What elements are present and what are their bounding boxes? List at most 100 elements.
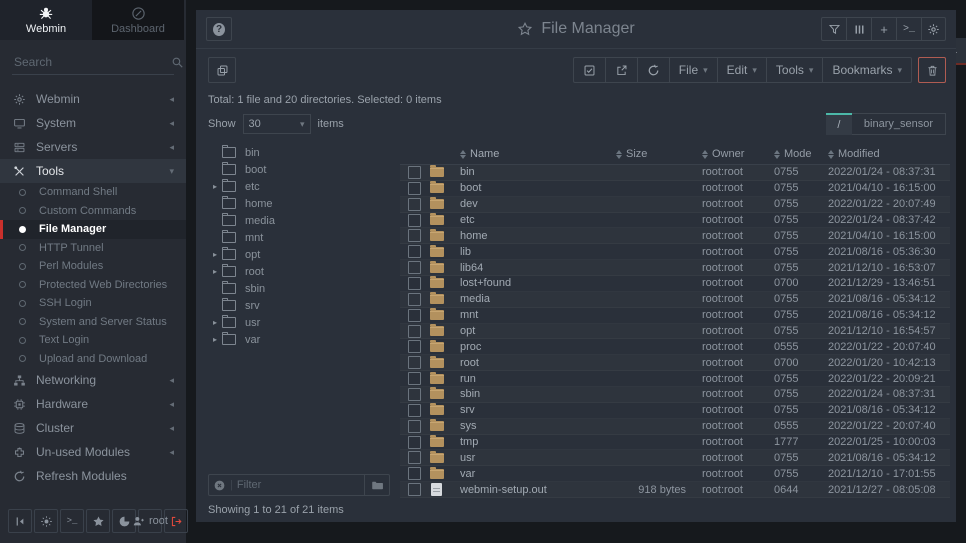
clear-filter-icon[interactable] [213,479,226,492]
file-name-link[interactable]: var [460,468,616,480]
table-row[interactable]: procroot:root05552022/01/22 - 20:07:40 [400,339,950,355]
row-checkbox[interactable] [408,277,421,290]
tree-item-root[interactable]: ▸root [208,263,390,280]
row-checkbox[interactable] [408,483,421,496]
column-header-modified[interactable]: Modified [828,148,950,160]
file-name-link[interactable]: sys [460,420,616,432]
row-checkbox[interactable] [408,340,421,353]
row-checkbox[interactable] [408,198,421,211]
file-name-link[interactable]: webmin-setup.out [460,484,616,496]
tree-item-etc[interactable]: ▸etc [208,178,390,195]
table-row[interactable]: binroot:root07552022/01/24 - 08:37:31 [400,165,950,181]
file-name-link[interactable]: usr [460,452,616,464]
row-checkbox[interactable] [408,356,421,369]
refresh-button[interactable] [637,57,669,83]
table-row[interactable]: varroot:root07552021/12/10 - 17:01:55 [400,466,950,482]
tree-item-srv[interactable]: srv [208,297,390,314]
file-name-link[interactable]: media [460,293,616,305]
file-name-link[interactable]: lib [460,246,616,258]
file-name-link[interactable]: root [460,357,616,369]
row-checkbox[interactable] [408,467,421,480]
filter-input[interactable] [233,479,364,491]
trash-button[interactable] [918,57,946,83]
column-header-owner[interactable]: Owner [702,148,774,160]
table-row[interactable]: sysroot:root05552022/01/22 - 20:07:40 [400,419,950,435]
table-row[interactable]: srvroot:root07552021/08/16 - 05:34:12 [400,403,950,419]
sidebar-item-ssh-login[interactable]: SSH Login [0,294,186,313]
file-name-link[interactable]: home [460,230,616,242]
row-checkbox[interactable] [408,261,421,274]
favorites-button[interactable] [86,509,110,533]
table-row[interactable]: libroot:root07552021/08/16 - 05:36:30 [400,244,950,260]
row-checkbox[interactable] [408,166,421,179]
sidebar-item-text-login[interactable]: Text Login [0,331,186,350]
sidebar-item-command-shell[interactable]: Command Shell [0,183,186,202]
tab-dashboard[interactable]: Dashboard [92,0,184,40]
file-name-link[interactable]: boot [460,182,616,194]
logout-button[interactable] [164,509,188,533]
export-button[interactable] [605,57,637,83]
tree-item-mnt[interactable]: mnt [208,229,390,246]
file-name-link[interactable]: dev [460,198,616,210]
sidebar-item-system[interactable]: System◂ [0,111,186,135]
terminal-button[interactable]: >_ [896,17,921,41]
row-checkbox[interactable] [408,372,421,385]
terminal-button[interactable]: >_ [60,509,84,533]
tree-item-media[interactable]: media [208,212,390,229]
breadcrumb-segment[interactable]: binary_sensor [852,113,946,135]
sidebar-item-cluster[interactable]: Cluster◂ [0,416,186,440]
file-name-link[interactable]: tmp [460,436,616,448]
sidebar-item-custom-commands[interactable]: Custom Commands [0,202,186,221]
row-checkbox[interactable] [408,451,421,464]
file-name-link[interactable]: bin [460,166,616,178]
sidebar-item-servers[interactable]: Servers◂ [0,135,186,159]
select-all-button[interactable] [573,57,605,83]
filter-button[interactable] [821,17,846,41]
table-row[interactable]: homeroot:root07552021/04/10 - 16:15:00 [400,228,950,244]
file-name-link[interactable]: opt [460,325,616,337]
file-name-link[interactable]: sbin [460,388,616,400]
menu-file[interactable]: File▾ [669,57,717,83]
row-checkbox[interactable] [408,182,421,195]
help-button[interactable]: ? [206,17,232,41]
table-row[interactable]: webmin-setup.out918 bytesroot:root064420… [400,482,950,498]
table-row[interactable]: usrroot:root07552021/08/16 - 05:34:12 [400,450,950,466]
table-row[interactable]: mntroot:root07552021/08/16 - 05:34:12 [400,308,950,324]
column-header-name[interactable]: Name [460,148,616,160]
tree-item-usr[interactable]: ▸usr [208,314,390,331]
file-name-link[interactable]: mnt [460,309,616,321]
sidebar-item-file-manager[interactable]: File Manager [0,220,186,239]
sidebar-item-tools[interactable]: Tools▾ [0,159,186,183]
file-name-link[interactable]: run [460,373,616,385]
tree-item-var[interactable]: ▸var [208,331,390,348]
table-row[interactable]: etcroot:root07552022/01/24 - 08:37:42 [400,213,950,229]
collapse-sidebar-button[interactable] [8,509,32,533]
tree-item-home[interactable]: home [208,195,390,212]
favorite-star-icon[interactable] [517,21,533,37]
breadcrumb-root[interactable]: / [826,113,852,135]
menu-edit[interactable]: Edit▾ [717,57,766,83]
table-row[interactable]: runroot:root07552022/01/22 - 20:09:21 [400,371,950,387]
show-count-select[interactable]: 30 ▾ [243,114,311,134]
sidebar-item-system-and-server-status[interactable]: System and Server Status [0,313,186,332]
sidebar-item-perl-modules[interactable]: Perl Modules [0,257,186,276]
file-name-link[interactable]: proc [460,341,616,353]
row-checkbox[interactable] [408,214,421,227]
table-row[interactable]: bootroot:root07552021/04/10 - 16:15:00 [400,181,950,197]
expand-arrow-icon[interactable]: ▸ [208,318,222,327]
table-row[interactable]: optroot:root07552021/12/10 - 16:54:57 [400,324,950,340]
file-name-link[interactable]: srv [460,404,616,416]
sidebar-item-networking[interactable]: Networking◂ [0,368,186,392]
row-checkbox[interactable] [408,245,421,258]
row-checkbox[interactable] [408,293,421,306]
expand-arrow-icon[interactable]: ▸ [208,250,222,259]
expand-arrow-icon[interactable]: ▸ [208,267,222,276]
user-button[interactable]: root [138,509,162,533]
sidebar-item-refresh-modules[interactable]: Refresh Modules [0,464,186,488]
sidebar-item-un-used-modules[interactable]: Un-used Modules◂ [0,440,186,464]
row-checkbox[interactable] [408,229,421,242]
columns-button[interactable] [846,17,871,41]
tree-item-sbin[interactable]: sbin [208,280,390,297]
folder-filter-button[interactable] [364,475,389,495]
sidebar-item-http-tunnel[interactable]: HTTP Tunnel [0,239,186,258]
